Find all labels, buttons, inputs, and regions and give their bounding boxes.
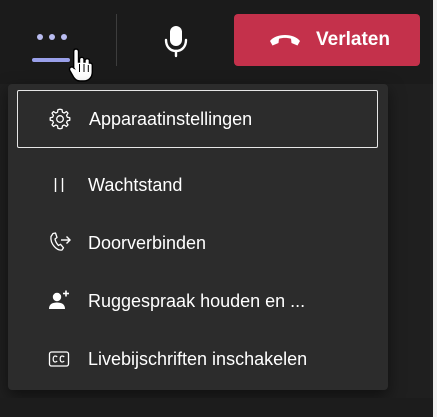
active-indicator [32,58,70,62]
call-transfer-icon [46,230,72,256]
meeting-window: Verlaten Apparaatinstellingen Wachtstand [0,0,437,417]
gear-icon [47,106,73,132]
menu-item-live-captions[interactable]: Livebijschriften inschakelen [8,330,388,388]
menu-item-label: Wachtstand [88,174,183,195]
meeting-toolbar: Verlaten [0,0,433,84]
menu-item-consult-then-transfer[interactable]: Ruggespraak houden en ... [8,272,388,330]
hand-pointer-icon [68,48,93,82]
microphone-button[interactable] [150,14,202,66]
more-actions-menu: Apparaatinstellingen Wachtstand Doorverb… [8,84,388,390]
menu-item-hold[interactable]: Wachtstand [8,156,388,214]
person-add-icon [46,288,72,314]
leave-button[interactable]: Verlaten [234,14,420,66]
more-options-icon [37,34,67,40]
menu-item-device-settings[interactable]: Apparaatinstellingen [17,90,378,148]
microphone-icon [164,26,188,58]
menu-item-label: Doorverbinden [88,232,207,253]
menu-item-transfer[interactable]: Doorverbinden [8,214,388,272]
stage-background [0,398,433,417]
hang-up-icon [270,35,301,46]
menu-item-label: Ruggespraak houden en ... [88,290,306,311]
leave-button-label: Verlaten [316,29,390,50]
menu-item-label: Livebijschriften inschakelen [88,348,308,369]
toolbar-divider [116,14,117,66]
closed-captions-icon [46,346,72,372]
pause-icon [46,172,72,198]
menu-item-label: Apparaatinstellingen [89,108,253,129]
